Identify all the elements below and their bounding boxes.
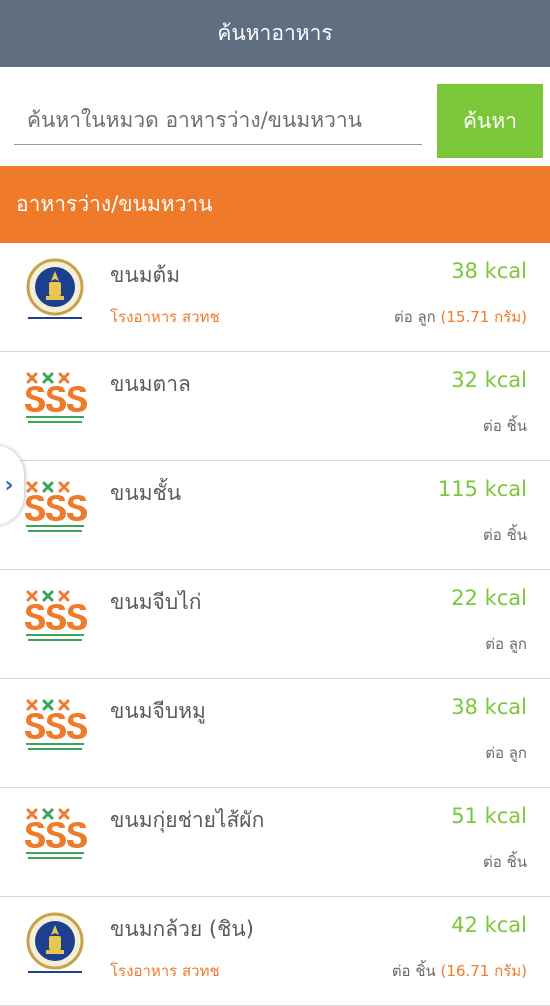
- list-item[interactable]: ขนมตาล 32 kcal ต่อ ชิ้น: [0, 352, 550, 461]
- food-source: โรงอาหาร สวทช: [110, 962, 220, 980]
- food-name: ขนมกล้วย (ชิน): [110, 917, 254, 941]
- mahidol-nutrition-logo: [22, 255, 88, 325]
- serving-unit: ต่อ ลูก: [485, 741, 527, 765]
- list-item[interactable]: ขนมกล้วย (ชิน) โรงอาหาร สวทช 42 kcal ต่อ…: [0, 897, 550, 1006]
- serving-unit: ต่อ ลูก (15.71 กรัม): [394, 305, 527, 329]
- list-item[interactable]: ขนมจีบหมู 38 kcal ต่อ ลูก: [0, 679, 550, 788]
- search-button[interactable]: ค้นหา: [437, 84, 543, 158]
- thaihealth-logo: [22, 473, 88, 543]
- food-kcal: 42 kcal: [451, 913, 527, 937]
- thaihealth-logo: [22, 582, 88, 652]
- food-kcal: 22 kcal: [451, 586, 527, 610]
- thaihealth-logo: [22, 691, 88, 761]
- chevron-right-icon: ›: [4, 472, 14, 498]
- serving-unit-label: ต่อ ชิ้น: [483, 526, 527, 544]
- food-name: ขนมชั้น: [110, 481, 182, 505]
- serving-unit-label: ต่อ ลูก: [485, 635, 527, 653]
- serving-unit-label: ต่อ ลูก: [393, 308, 436, 326]
- serving-unit: ต่อ ชิ้น: [483, 850, 527, 874]
- list-item[interactable]: ขนมชั้น 115 kcal ต่อ ชิ้น: [0, 461, 550, 570]
- app-header: ค้นหาอาหาร: [0, 0, 550, 67]
- serving-weight: (15.71 กรัม): [440, 308, 527, 326]
- food-kcal: 38 kcal: [451, 695, 527, 719]
- page-title: ค้นหาอาหาร: [217, 21, 333, 45]
- serving-unit: ต่อ ชิ้น (16.71 กรัม): [392, 959, 527, 983]
- search-input[interactable]: [14, 95, 422, 145]
- food-kcal: 38 kcal: [451, 259, 527, 283]
- list-item[interactable]: ขนมจีบไก่ 22 kcal ต่อ ลูก: [0, 570, 550, 679]
- food-kcal: 51 kcal: [451, 804, 527, 828]
- serving-unit-label: ต่อ ชิ้น: [391, 962, 436, 980]
- food-source: โรงอาหาร สวทช: [110, 308, 220, 326]
- list-item[interactable]: ขนมกุ่ยช่ายไส้ผัก 51 kcal ต่อ ชิ้น: [0, 788, 550, 897]
- serving-unit: ต่อ ชิ้น: [483, 414, 527, 438]
- thaihealth-logo: [22, 800, 88, 870]
- serving-unit: ต่อ ลูก: [485, 632, 527, 656]
- food-kcal: 32 kcal: [451, 368, 527, 392]
- list-item[interactable]: ขนมต้ม โรงอาหาร สวทช 38 kcal ต่อ ลูก (15…: [0, 243, 550, 352]
- serving-unit-label: ต่อ ชิ้น: [483, 853, 527, 871]
- mahidol-nutrition-logo: [22, 909, 88, 979]
- food-list: ขนมต้ม โรงอาหาร สวทช 38 kcal ต่อ ลูก (15…: [0, 243, 550, 1006]
- search-bar: ค้นหา: [0, 67, 550, 166]
- food-name: ขนมกุ่ยช่ายไส้ผัก: [110, 808, 265, 832]
- food-name: ขนมต้ม: [110, 263, 181, 287]
- food-name: ขนมตาล: [110, 372, 191, 396]
- serving-unit: ต่อ ชิ้น: [483, 523, 527, 547]
- thaihealth-logo: [22, 364, 88, 434]
- serving-unit-label: ต่อ ลูก: [485, 744, 527, 762]
- serving-unit-label: ต่อ ชิ้น: [483, 417, 527, 435]
- category-title: อาหารว่าง/ขนมหวาน: [16, 192, 213, 216]
- food-name: ขนมจีบไก่: [110, 590, 202, 614]
- food-kcal: 115 kcal: [437, 477, 527, 501]
- serving-weight: (16.71 กรัม): [440, 962, 527, 980]
- food-name: ขนมจีบหมู: [110, 699, 206, 723]
- category-header: อาหารว่าง/ขนมหวาน: [0, 166, 550, 243]
